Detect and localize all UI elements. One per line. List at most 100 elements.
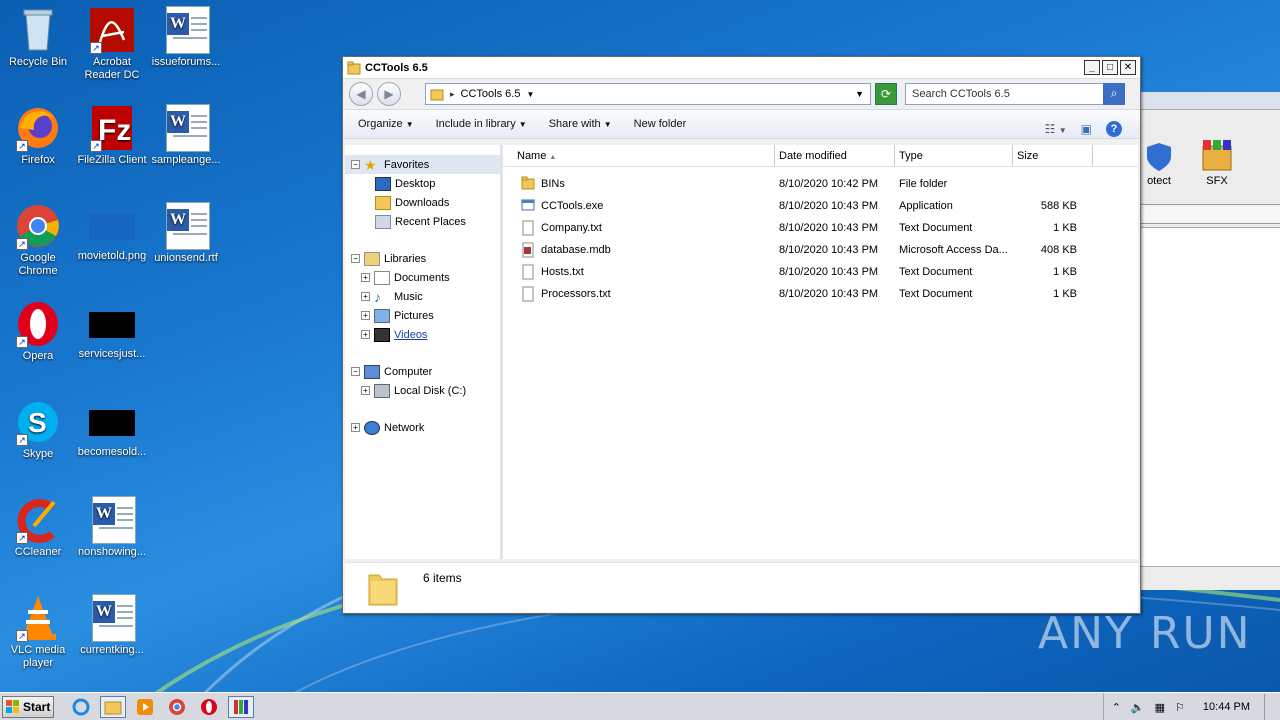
refresh-button[interactable]: ⟳ bbox=[875, 83, 897, 105]
desktop-icon-vlc[interactable]: ↗ VLC media player bbox=[0, 594, 76, 670]
details-pane: 6 items bbox=[345, 562, 1138, 612]
file-row[interactable]: CCTools.exe 8/10/2020 10:43 PM Applicati… bbox=[503, 195, 1138, 217]
tray-expand-icon[interactable]: ⌃ bbox=[1112, 701, 1121, 714]
file-row[interactable]: Processors.txt 8/10/2020 10:43 PM Text D… bbox=[503, 283, 1138, 305]
new-folder-button[interactable]: New folder bbox=[634, 118, 687, 130]
nav-recent-places[interactable]: Recent Places bbox=[345, 212, 500, 231]
desktop-icon-ccleaner[interactable]: ↗ CCleaner bbox=[0, 496, 76, 559]
file-list[interactable]: Name ▲ Date modified Type Size BINs 8/10… bbox=[503, 145, 1138, 559]
expand-icon[interactable]: + bbox=[361, 311, 370, 320]
address-history-dropdown-icon[interactable]: ▼ bbox=[855, 89, 864, 99]
desktop-icon-recycle-bin[interactable]: Recycle Bin bbox=[0, 6, 76, 69]
desktop-icon-sampleange[interactable]: W sampleange... bbox=[148, 104, 224, 167]
word-document-icon: W bbox=[162, 6, 210, 54]
column-header-size[interactable]: Size bbox=[1013, 145, 1093, 166]
desktop-icon-issueforums[interactable]: W issueforums... bbox=[148, 6, 224, 69]
taskbar-opera-icon[interactable] bbox=[196, 696, 222, 718]
desktop-icon-nonshowing[interactable]: W nonshowing... bbox=[74, 496, 150, 559]
desktop-icon-firefox[interactable]: ↗ Firefox bbox=[0, 104, 76, 167]
nav-videos[interactable]: + Videos bbox=[345, 325, 500, 344]
start-button[interactable]: Start bbox=[2, 695, 54, 718]
breadcrumb[interactable]: CCTools 6.5 bbox=[461, 88, 521, 100]
minimize-button[interactable]: _ bbox=[1084, 60, 1100, 75]
clock[interactable]: 10:44 PM bbox=[1203, 701, 1250, 713]
view-options-icon[interactable]: ☷ ▼ bbox=[1045, 122, 1067, 136]
sfx-button[interactable]: SFX bbox=[1197, 138, 1237, 187]
nav-favorites[interactable]: − ★ Favorites bbox=[345, 155, 500, 174]
collapse-icon[interactable]: − bbox=[351, 367, 360, 376]
nav-network[interactable]: + Network bbox=[345, 418, 500, 437]
breadcrumb-dropdown-icon[interactable]: ▼ bbox=[526, 90, 534, 99]
show-desktop-button[interactable] bbox=[1264, 694, 1272, 720]
background-window-titlebar[interactable] bbox=[1139, 92, 1280, 110]
expand-icon[interactable]: + bbox=[361, 386, 370, 395]
search-icon[interactable]: ⌕ bbox=[1103, 83, 1125, 105]
skype-icon: S ↗ bbox=[14, 398, 62, 446]
desktop-icon-chrome[interactable]: ↗ Google Chrome bbox=[0, 202, 76, 278]
explorer-window[interactable]: CCTools 6.5 _ □ ✕ ◀ ▶ ▸ CCTools 6.5 ▼ ▼ … bbox=[342, 56, 1141, 614]
image-thumbnail-icon bbox=[89, 410, 135, 436]
taskbar-winrar-icon[interactable] bbox=[228, 695, 254, 718]
maximize-button[interactable]: □ bbox=[1102, 60, 1118, 75]
nav-libraries[interactable]: − Libraries bbox=[345, 249, 500, 268]
shield-icon bbox=[1147, 143, 1171, 171]
desktop-icon-servicesjust[interactable]: servicesjust... bbox=[74, 300, 150, 361]
back-button[interactable]: ◀ bbox=[349, 82, 373, 106]
collapse-icon[interactable]: − bbox=[351, 254, 360, 263]
navigation-pane[interactable]: − ★ Favorites Desktop Downloads Recent P… bbox=[345, 145, 503, 559]
column-header-name[interactable]: Name ▲ bbox=[503, 145, 775, 166]
share-with-menu[interactable]: Share with ▼ bbox=[549, 118, 612, 130]
protect-button[interactable]: otect bbox=[1139, 142, 1179, 187]
taskbar-chrome-icon[interactable] bbox=[164, 696, 190, 718]
forward-button[interactable]: ▶ bbox=[377, 82, 401, 106]
file-row[interactable]: Company.txt 8/10/2020 10:43 PM Text Docu… bbox=[503, 217, 1138, 239]
desktop-icon-skype[interactable]: S ↗ Skype bbox=[0, 398, 76, 461]
desktop-icon-opera[interactable]: ↗ Opera bbox=[0, 300, 76, 363]
system-tray[interactable]: ⌃ 🔈 ▦ ⚐ 10:44 PM bbox=[1102, 693, 1280, 720]
expand-icon[interactable]: + bbox=[351, 423, 360, 432]
nav-documents[interactable]: + Documents bbox=[345, 268, 500, 287]
collapse-icon[interactable]: − bbox=[351, 160, 360, 169]
column-header-type[interactable]: Type bbox=[895, 145, 1013, 166]
close-button[interactable]: ✕ bbox=[1120, 60, 1136, 75]
column-header-date[interactable]: Date modified bbox=[775, 145, 895, 166]
taskbar-explorer-icon[interactable] bbox=[100, 695, 126, 718]
expand-icon[interactable]: + bbox=[361, 330, 370, 339]
volume-icon[interactable]: 🔈 bbox=[1131, 701, 1145, 714]
nav-local-disk[interactable]: + Local Disk (C:) bbox=[345, 381, 500, 400]
nav-computer[interactable]: − Computer bbox=[345, 362, 500, 381]
desktop-icon-movietold[interactable]: movietold.png bbox=[74, 202, 150, 263]
expand-icon[interactable]: + bbox=[361, 292, 370, 301]
nav-pictures[interactable]: + Pictures bbox=[345, 306, 500, 325]
desktop-icon-acrobat-reader[interactable]: ↗ Acrobat Reader DC bbox=[74, 6, 150, 82]
nav-music[interactable]: + ♪ Music bbox=[345, 287, 500, 306]
desktop-icon-filezilla[interactable]: Fz ↗ FileZilla Client bbox=[74, 104, 150, 167]
file-row[interactable]: BINs 8/10/2020 10:42 PM File folder bbox=[503, 173, 1138, 195]
word-document-icon: W bbox=[88, 496, 136, 544]
network-tray-icon[interactable]: ▦ bbox=[1155, 701, 1165, 714]
opera-icon: ↗ bbox=[14, 300, 62, 348]
application-icon bbox=[521, 198, 535, 214]
window-titlebar[interactable]: CCTools 6.5 _ □ ✕ bbox=[343, 57, 1140, 79]
nav-downloads[interactable]: Downloads bbox=[345, 193, 500, 212]
help-icon[interactable]: ? bbox=[1106, 121, 1122, 137]
taskbar-media-player-icon[interactable] bbox=[132, 696, 158, 718]
file-row[interactable]: database.mdb 8/10/2020 10:43 PM Microsof… bbox=[503, 239, 1138, 261]
preview-pane-icon[interactable]: ▣ bbox=[1081, 122, 1092, 136]
desktop-icon-unionsend[interactable]: W unionsend.rtf bbox=[148, 202, 224, 265]
item-count: 6 items bbox=[423, 571, 462, 585]
breadcrumb-arrow-icon[interactable]: ▸ bbox=[450, 89, 455, 100]
search-input[interactable]: Search CCTools 6.5 ⌕ bbox=[905, 83, 1125, 105]
taskbar[interactable]: Start ⌃ 🔈 ▦ ⚐ 10:44 PM bbox=[0, 692, 1280, 720]
file-row[interactable]: Hosts.txt 8/10/2020 10:43 PM Text Docume… bbox=[503, 261, 1138, 283]
organize-menu[interactable]: Organize ▼ bbox=[358, 118, 414, 130]
nav-desktop[interactable]: Desktop bbox=[345, 174, 500, 193]
address-bar[interactable]: ▸ CCTools 6.5 ▼ ▼ bbox=[425, 83, 871, 105]
background-window[interactable]: otect SFX bbox=[1138, 92, 1280, 590]
expand-icon[interactable]: + bbox=[361, 273, 370, 282]
action-center-flag-icon[interactable]: ⚐ bbox=[1175, 701, 1185, 714]
desktop-icon-becomesold[interactable]: becomesold... bbox=[74, 398, 150, 459]
desktop-icon-currentking[interactable]: W currentking... bbox=[74, 594, 150, 657]
include-in-library-menu[interactable]: Include in library ▼ bbox=[436, 118, 527, 130]
taskbar-ie-icon[interactable] bbox=[68, 696, 94, 718]
